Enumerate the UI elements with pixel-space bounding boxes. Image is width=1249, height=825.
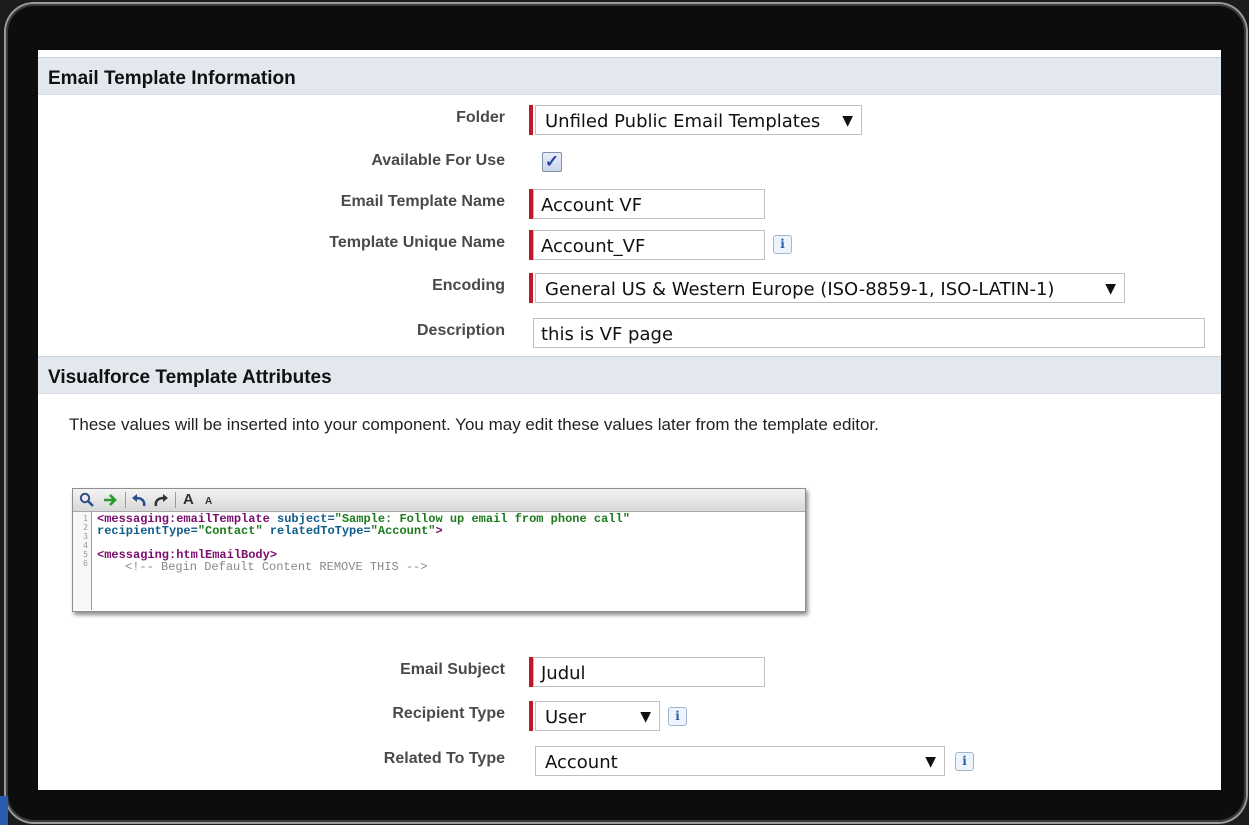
toolbar-separator <box>125 492 126 508</box>
description-input[interactable]: this is VF page <box>533 318 1205 348</box>
available-row: Available For Use ✓ <box>38 146 1221 180</box>
encoding-select-value: General US & Western Europe (ISO-8859-1,… <box>545 279 1055 300</box>
recipient-type-row: Recipient Type User ▼ i <box>38 699 1221 733</box>
line-number: 1 <box>83 514 88 523</box>
redo-icon[interactable] <box>153 490 169 510</box>
related-to-type-select[interactable]: Account ▼ <box>535 746 945 776</box>
folder-select-value: Unfiled Public Email Templates <box>545 111 821 132</box>
encoding-row: Encoding General US & Western Europe (IS… <box>38 271 1221 305</box>
encoding-select[interactable]: General US & Western Europe (ISO-8859-1,… <box>535 273 1125 303</box>
folder-row: Folder Unfiled Public Email Templates ▼ <box>38 103 1221 137</box>
undo-icon[interactable] <box>131 490 147 510</box>
template-name-label: Email Template Name <box>340 193 505 210</box>
search-icon[interactable] <box>79 490 95 510</box>
chevron-down-icon: ▼ <box>925 754 936 770</box>
line-number: 2 <box>83 523 88 532</box>
info-icon[interactable]: i <box>773 235 792 254</box>
code-value: "Contact" <box>197 524 263 538</box>
related-to-type-value: Account <box>545 752 618 773</box>
code-tag-end: > <box>435 524 443 538</box>
recipient-type-value: User <box>545 707 587 728</box>
code-line-2: recipientType="Contact" relatedToType="A… <box>97 525 443 537</box>
info-icon[interactable]: i <box>955 752 974 771</box>
unique-name-label: Template Unique Name <box>329 234 505 251</box>
screen: Email Template Information Folder Unfile… <box>38 50 1221 790</box>
code-editor[interactable]: A A 1 2 3 4 5 6 <messaging:emailTemplate… <box>72 488 806 612</box>
section-header-visualforce-template-attributes: Visualforce Template Attributes <box>38 356 1221 394</box>
related-to-type-label: Related To Type <box>383 750 505 767</box>
chevron-down-icon: ▼ <box>640 709 651 725</box>
template-name-row: Email Template Name Account VF <box>38 187 1221 221</box>
folder-select[interactable]: Unfiled Public Email Templates ▼ <box>535 105 862 135</box>
code-value: "Account" <box>370 524 436 538</box>
available-label: Available For Use <box>371 152 505 169</box>
chevron-down-icon: ▼ <box>842 113 853 129</box>
unique-name-input[interactable]: Account_VF <box>533 230 765 260</box>
editor-toolbar: A A <box>73 489 805 512</box>
line-number-gutter: 1 2 3 4 5 6 <box>73 512 92 610</box>
line-number: 6 <box>83 559 88 568</box>
corner-accent <box>0 796 8 825</box>
line-number: 4 <box>83 541 88 550</box>
section-header-email-template-information: Email Template Information <box>38 57 1221 95</box>
available-checkbox[interactable]: ✓ <box>542 152 562 172</box>
email-subject-input[interactable]: Judul <box>533 657 765 687</box>
unique-name-row: Template Unique Name Account_VF i <box>38 228 1221 262</box>
toolbar-separator <box>175 492 176 508</box>
description-label: Description <box>416 322 505 339</box>
description-row: Description this is VF page <box>38 316 1221 350</box>
code-attr: relatedToType= <box>269 524 371 538</box>
code-line-5: <!-- Begin Default Content REMOVE THIS -… <box>125 561 427 573</box>
related-to-type-row: Related To Type Account ▼ i <box>38 744 1221 778</box>
encoding-label: Encoding <box>432 277 505 294</box>
line-number: 5 <box>83 550 88 559</box>
info-icon[interactable]: i <box>668 707 687 726</box>
required-indicator <box>529 273 533 303</box>
code-attr: recipientType= <box>97 524 198 538</box>
intro-text: These values will be inserted into your … <box>69 415 879 434</box>
folder-label: Folder <box>456 109 505 126</box>
code-comment: <!-- Begin Default Content REMOVE THIS -… <box>125 560 428 574</box>
email-subject-row: Email Subject Judul <box>38 655 1221 689</box>
recipient-type-label: Recipient Type <box>392 705 505 722</box>
font-size-increase-button[interactable]: A <box>183 490 194 510</box>
chevron-down-icon: ▼ <box>1105 281 1116 297</box>
recipient-type-select[interactable]: User ▼ <box>535 701 660 731</box>
email-subject-label: Email Subject <box>400 661 505 678</box>
go-to-line-icon[interactable] <box>103 490 119 510</box>
font-size-decrease-button[interactable]: A <box>205 492 212 512</box>
template-name-input[interactable]: Account VF <box>533 189 765 219</box>
required-indicator <box>529 701 533 731</box>
line-number: 3 <box>83 532 88 541</box>
required-indicator <box>529 105 533 135</box>
